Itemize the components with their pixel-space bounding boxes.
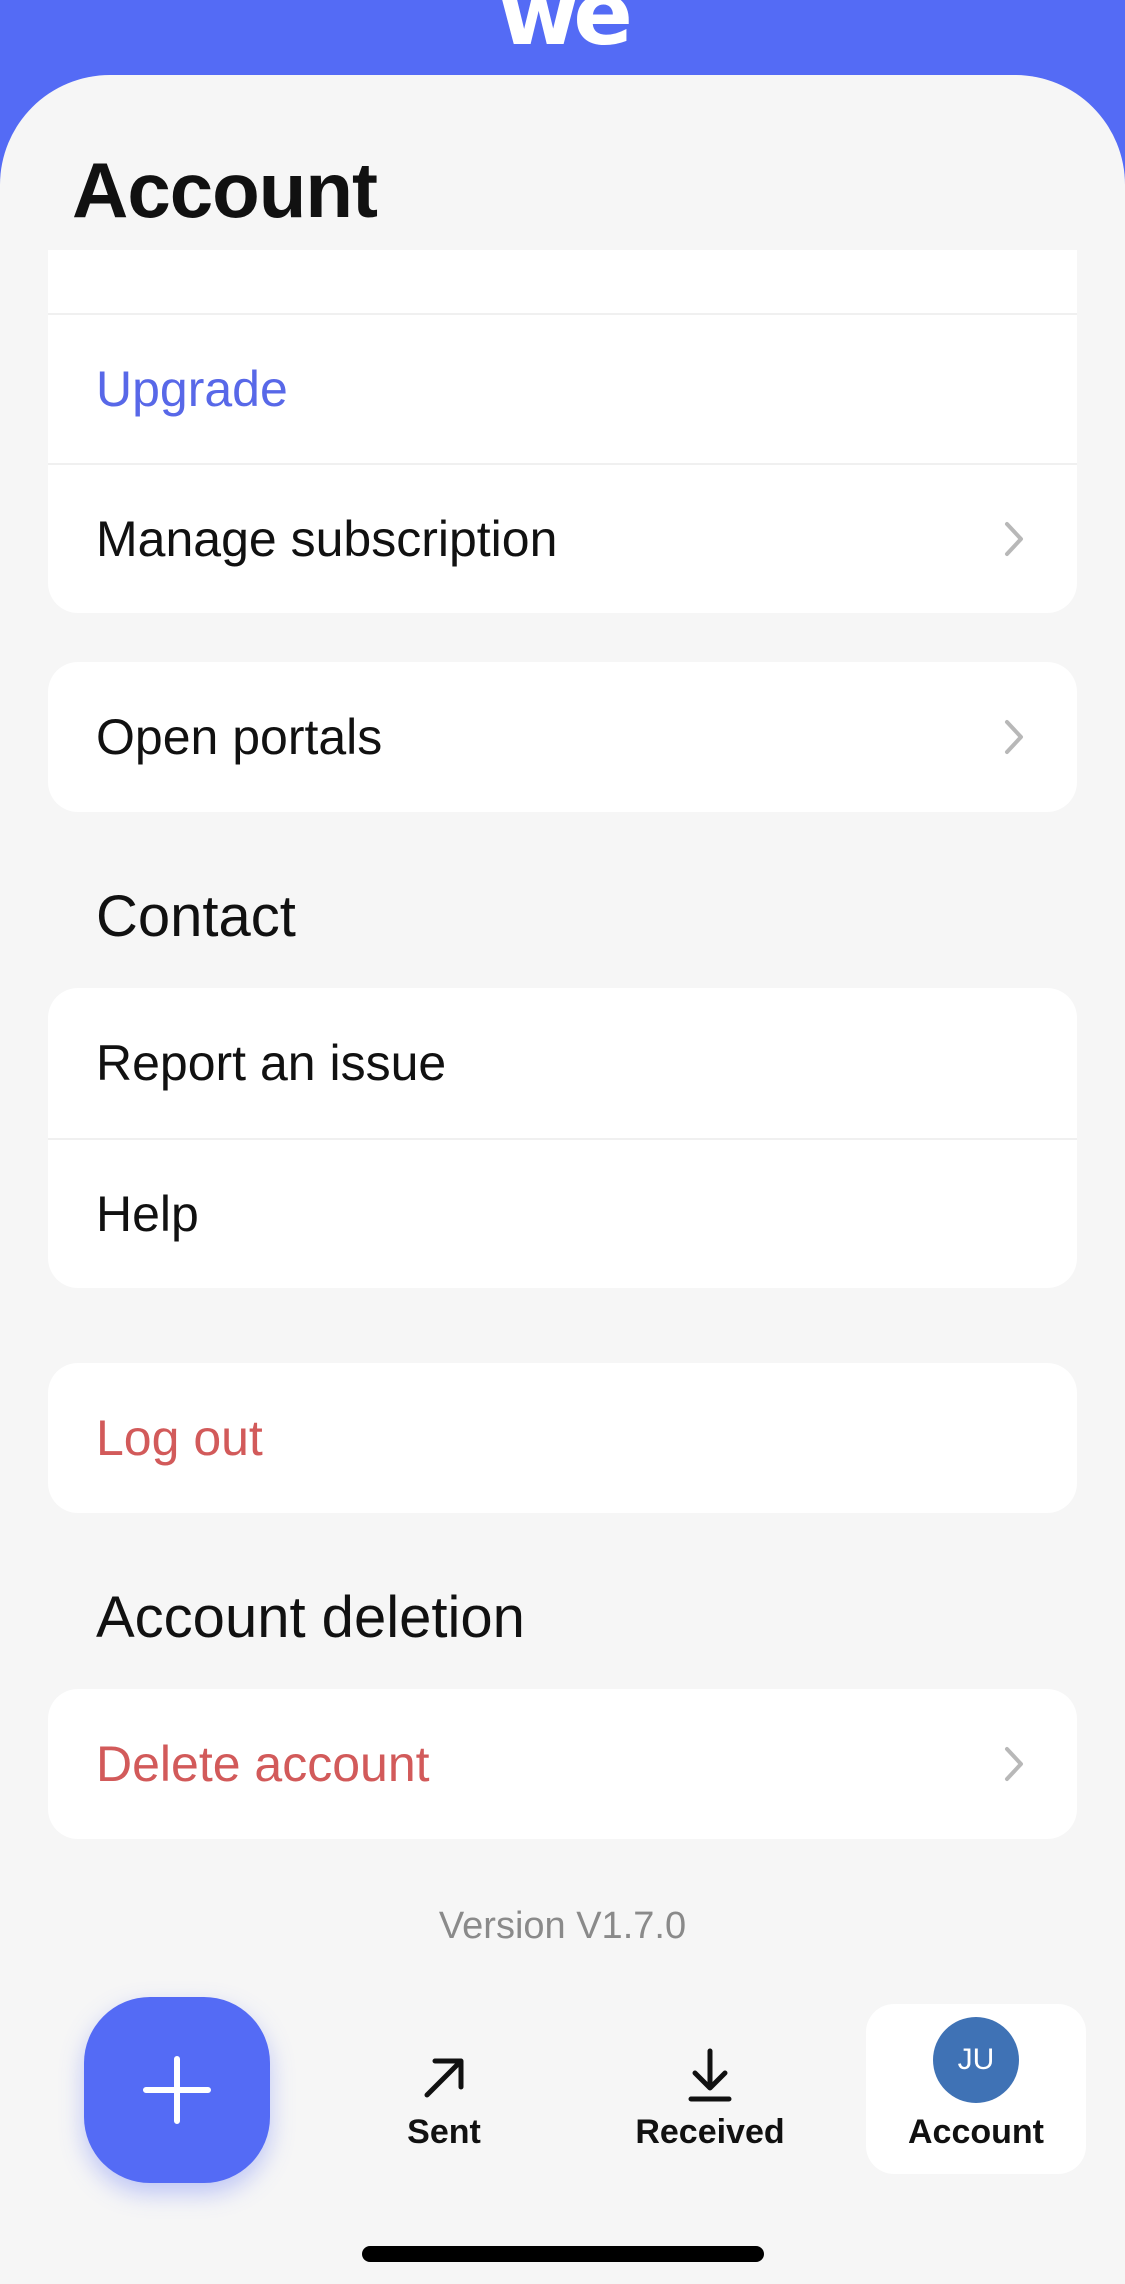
manage-subscription-row[interactable]: Manage subscription bbox=[48, 463, 1077, 613]
upgrade-label: Upgrade bbox=[96, 361, 288, 417]
arrow-up-right-icon bbox=[424, 2058, 464, 2098]
portals-card: Open portals bbox=[48, 662, 1077, 812]
avatar-initials: JU bbox=[957, 2043, 995, 2076]
tab-account[interactable]: JU Account bbox=[866, 2004, 1086, 2174]
help-label: Help bbox=[96, 1186, 199, 1242]
subscription-card: Upgrade Manage subscription bbox=[48, 250, 1077, 613]
tab-account-label: Account bbox=[908, 2113, 1044, 2151]
help-row[interactable]: Help bbox=[48, 1138, 1077, 1288]
open-portals-row[interactable]: Open portals bbox=[48, 662, 1077, 812]
account-deletion-section-title: Account deletion bbox=[96, 1585, 525, 1650]
tab-sent[interactable]: Sent bbox=[364, 2004, 524, 2174]
download-arrow-icon bbox=[688, 2048, 732, 2102]
home-indicator bbox=[362, 2246, 764, 2262]
report-issue-row[interactable]: Report an issue bbox=[48, 988, 1077, 1138]
version-text: Version V1.7.0 bbox=[438, 1905, 687, 1947]
chevron-right-icon bbox=[1005, 1747, 1023, 1781]
tab-sent-label: Sent bbox=[407, 2113, 481, 2151]
deletion-card: Delete account bbox=[48, 1689, 1077, 1839]
chevron-right-icon bbox=[1005, 720, 1023, 754]
logout-card: Log out bbox=[48, 1363, 1077, 1513]
contact-section-title: Contact bbox=[96, 884, 296, 949]
upgrade-row[interactable]: Upgrade bbox=[48, 313, 1077, 463]
tab-received[interactable]: Received bbox=[625, 2004, 795, 2174]
manage-subscription-label: Manage subscription bbox=[96, 511, 558, 567]
logout-row[interactable]: Log out bbox=[48, 1363, 1077, 1513]
contact-card: Report an issue Help bbox=[48, 988, 1077, 1288]
new-transfer-button[interactable] bbox=[84, 1997, 270, 2183]
tab-received-label: Received bbox=[635, 2113, 785, 2151]
delete-account-row[interactable]: Delete account bbox=[48, 1689, 1077, 1839]
delete-account-label: Delete account bbox=[96, 1736, 430, 1792]
chevron-right-icon bbox=[1005, 522, 1023, 556]
avatar: JU bbox=[933, 2017, 1019, 2103]
plus-icon bbox=[143, 2056, 211, 2124]
wetransfer-logo: we bbox=[498, 0, 633, 65]
account-sheet: Account Upgrade Manage subscription Open… bbox=[0, 75, 1125, 2284]
page-title: Account bbox=[72, 146, 378, 234]
profile-row-clipped bbox=[48, 250, 1077, 313]
report-issue-label: Report an issue bbox=[96, 1035, 447, 1091]
logout-label: Log out bbox=[96, 1410, 263, 1466]
scroll-content[interactable]: Upgrade Manage subscription Open portals… bbox=[0, 250, 1125, 2284]
open-portals-label: Open portals bbox=[96, 709, 383, 765]
